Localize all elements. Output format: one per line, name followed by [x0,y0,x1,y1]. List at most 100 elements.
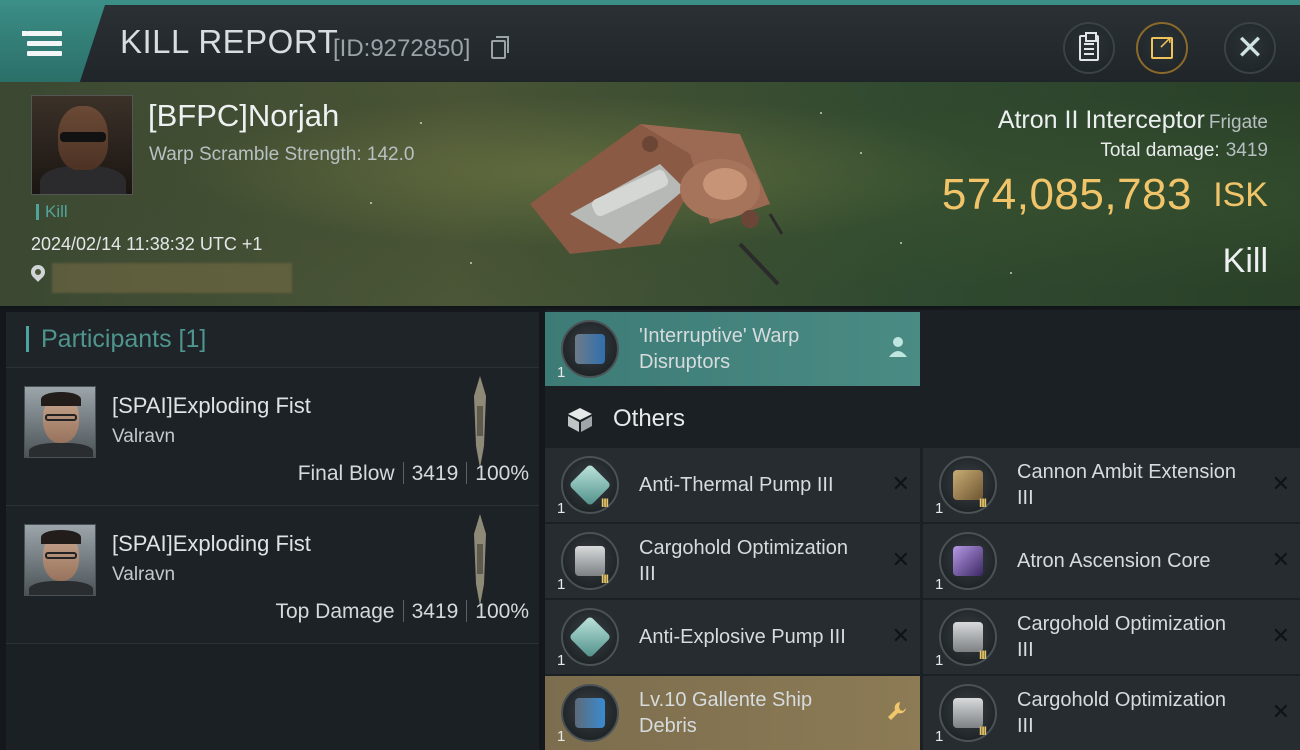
wrench-icon[interactable] [886,700,908,722]
item-tier: III [979,648,987,662]
item-tier: III [979,496,987,510]
cargo-icon [939,608,997,666]
victim-ship[interactable]: Atron II Interceptor Frigate [998,106,1268,135]
item-name: Cargohold Optimization III [1017,613,1226,661]
destroyed-icon: ✕ [1271,624,1290,649]
participant-ship-icon [474,514,486,606]
item-anti-explosive-pump[interactable]: 1 Anti-Explosive Pump III ✕ [545,600,920,674]
participant-damage: 3419 [411,600,459,623]
section-title: Others [613,405,686,432]
item-qty: 1 [935,652,944,669]
destroyed-icon: ✕ [891,548,910,573]
items-panel: 1 'Interruptive' Warp Disruptors Others … [545,310,1300,750]
item-qty: 1 [935,728,944,745]
total-damage-label: Total damage: [1100,140,1220,161]
victim-name[interactable]: [BFPC]Norjah [148,98,339,134]
destroyed-icon: ✕ [1271,548,1290,573]
total-damage: Total damage: 3419 [1100,140,1268,162]
item-name: Anti-Explosive Pump III [639,626,846,648]
item-qty: 1 [557,576,566,593]
item-atron-ascension-core[interactable]: 1 Atron Ascension Core ✕ [923,524,1300,598]
item-warp-disruptor[interactable]: 1 'Interruptive' Warp Disruptors [545,312,920,386]
ship-image [530,124,784,286]
participant-ship: Valravn [112,564,176,585]
report-id: [ID:9272850] [333,35,471,62]
participant-stats: Final Blow 3419 100% [298,462,529,486]
item-cargohold-optimization[interactable]: 1 III Cargohold Optimization III ✕ [923,676,1300,750]
cannon-icon [939,456,997,514]
isk-value: 574,085,783 [941,170,1192,219]
kill-timestamp: 2024/02/14 11:38:32 UTC +1 [31,234,263,254]
item-gallente-ship-debris[interactable]: 1 Lv.10 Gallente Ship Debris [545,676,920,750]
close-icon: ✕ [1235,28,1265,68]
warp-disruptor-icon [561,320,619,378]
item-name: Cargohold Optimization III [639,537,848,585]
result-label: Kill [1222,242,1268,280]
victim-panel: [BFPC]Norjah Warp Scramble Strength: 142… [0,82,1300,308]
victim-avatar[interactable] [31,95,133,195]
participant-percent: 100% [475,600,529,623]
page-title: KILL REPORT [120,23,339,60]
participant-ship-icon [474,376,486,468]
item-tier: III [601,572,609,586]
destroyed-icon: ✕ [1271,472,1290,497]
clipboard-icon [1079,32,1099,61]
share-icon [1151,32,1173,59]
participants-header: Participants [1] [6,312,539,368]
item-qty: 1 [935,576,944,593]
copy-icon[interactable] [491,36,509,59]
destroyed-icon: ✕ [891,472,910,497]
participants-title: Participants [1] [26,326,206,352]
menu-icon-bar [27,41,62,46]
participant-role: Final Blow [297,462,395,485]
participant-avatar[interactable] [24,386,96,458]
clipboard-button[interactable] [1063,22,1115,74]
item-qty: 1 [557,652,566,669]
item-qty: 1 [557,500,566,517]
menu-button[interactable] [0,5,105,82]
item-anti-thermal-pump[interactable]: 1 III Anti-Thermal Pump III ✕ [545,448,920,522]
core-icon [939,532,997,590]
cargo-icon [939,684,997,742]
debris-icon [561,684,619,742]
item-cargohold-optimization[interactable]: 1 III Cargohold Optimization III ✕ [923,600,1300,674]
item-qty: 1 [935,500,944,517]
kill-tag: Kill [36,203,68,220]
others-section: Others [545,390,920,448]
cargo-icon [561,532,619,590]
participant-row[interactable]: [SPAI]Exploding Fist Valravn Top Damage 3… [6,506,539,644]
item-qty: 1 [557,364,566,381]
destroyed-icon: ✕ [1271,700,1290,725]
participant-damage: 3419 [411,462,459,485]
item-name: Cargohold Optimization III [1017,689,1226,737]
pump-icon [561,456,619,514]
item-name: Anti-Thermal Pump III [639,474,834,496]
close-button[interactable]: ✕ [1224,22,1276,74]
participant-stats: Top Damage 3419 100% [275,600,529,624]
participant-avatar[interactable] [24,524,96,596]
isk-unit: ISK [1213,176,1268,214]
participant-row[interactable]: [SPAI]Exploding Fist Valravn Final Blow 3… [6,368,539,506]
participant-name[interactable]: [SPAI]Exploding Fist [112,393,311,419]
menu-icon-bar [27,31,62,36]
item-qty: 1 [557,728,566,745]
item-cargohold-optimization[interactable]: 1 III Cargohold Optimization III ✕ [545,524,920,598]
participant-percent: 100% [475,462,529,485]
pilot-icon[interactable] [888,336,908,358]
participant-name[interactable]: [SPAI]Exploding Fist [112,531,311,557]
destroyed-icon: ✕ [891,624,910,649]
share-button[interactable] [1136,22,1188,74]
pump-icon [561,608,619,666]
total-damage-value: 3419 [1225,140,1268,161]
item-tier: III [601,496,609,510]
ship-name: Atron II Interceptor [997,106,1205,134]
item-cannon-ambit-extension[interactable]: 1 III Cannon Ambit Extension III ✕ [923,448,1300,522]
item-name: 'Interruptive' Warp Disruptors [639,325,800,373]
menu-icon-bar [27,51,62,56]
participants-panel: Participants [1] [SPAI]Exploding Fist Va… [6,312,539,750]
warp-scramble-strength: Warp Scramble Strength: 142.0 [149,144,415,165]
participant-role: Top Damage [275,600,395,623]
participant-ship: Valravn [112,426,176,447]
location-redacted [52,263,292,293]
ship-class: Frigate [1208,112,1268,133]
